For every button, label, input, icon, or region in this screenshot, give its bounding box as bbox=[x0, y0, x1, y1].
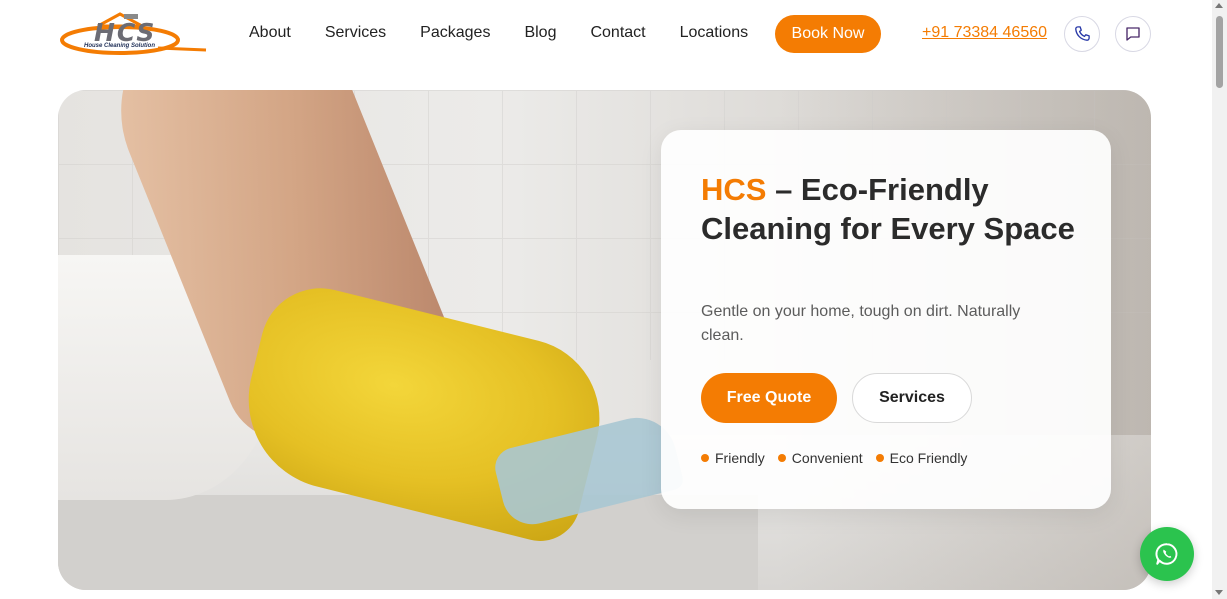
bullet-dot-icon bbox=[777, 454, 786, 462]
call-button[interactable] bbox=[1064, 16, 1100, 52]
feature-item: Friendly bbox=[701, 450, 765, 466]
hero-title: HCS – Eco-Friendly Cleaning for Every Sp… bbox=[701, 170, 1081, 248]
feature-item: Convenient bbox=[777, 450, 863, 466]
hero-title-brand: HCS bbox=[701, 172, 767, 207]
nav-about[interactable]: About bbox=[249, 24, 291, 42]
phone-icon bbox=[1075, 26, 1090, 41]
scrollbar[interactable] bbox=[1212, 0, 1227, 599]
nav-locations[interactable]: Locations bbox=[680, 24, 749, 42]
hero-section: HCS – Eco-Friendly Cleaning for Every Sp… bbox=[58, 90, 1151, 590]
feature-label: Eco Friendly bbox=[889, 450, 968, 466]
whatsapp-icon bbox=[1155, 543, 1178, 565]
logo-tagline: House Cleaning Solution bbox=[84, 43, 156, 49]
hero-subtitle: Gentle on your home, tough on dirt. Natu… bbox=[701, 303, 1021, 344]
chat-button[interactable] bbox=[1115, 16, 1151, 52]
nav-contact[interactable]: Contact bbox=[590, 24, 645, 42]
scroll-up-arrow-icon[interactable] bbox=[1215, 3, 1223, 8]
page: HCS House Cleaning Solution About Servic… bbox=[0, 0, 1227, 599]
scrollbar-thumb[interactable] bbox=[1216, 16, 1223, 88]
feature-item: Eco Friendly bbox=[875, 450, 968, 466]
feature-label: Friendly bbox=[715, 450, 765, 466]
nav-blog[interactable]: Blog bbox=[524, 24, 556, 42]
bullet-dot-icon bbox=[875, 454, 884, 462]
main-nav: About Services Packages Blog Contact Loc… bbox=[249, 24, 782, 42]
site-header: HCS House Cleaning Solution About Servic… bbox=[0, 0, 1212, 68]
nav-services[interactable]: Services bbox=[325, 24, 386, 42]
scroll-down-arrow-icon[interactable] bbox=[1215, 590, 1223, 595]
book-now-button[interactable]: Book Now bbox=[775, 15, 881, 53]
phone-link[interactable]: +91 73384 46560 bbox=[922, 24, 1047, 42]
feature-label: Convenient bbox=[791, 450, 863, 466]
logo[interactable]: HCS House Cleaning Solution bbox=[58, 12, 208, 56]
hero-card: HCS – Eco-Friendly Cleaning for Every Sp… bbox=[661, 130, 1111, 509]
hero-features: Friendly Convenient Eco Friendly bbox=[701, 450, 980, 466]
nav-packages[interactable]: Packages bbox=[420, 24, 490, 42]
whatsapp-button[interactable] bbox=[1140, 527, 1194, 581]
message-icon bbox=[1126, 27, 1140, 41]
services-button[interactable]: Services bbox=[852, 373, 972, 423]
bullet-dot-icon bbox=[701, 454, 709, 462]
free-quote-button[interactable]: Free Quote bbox=[701, 373, 837, 423]
